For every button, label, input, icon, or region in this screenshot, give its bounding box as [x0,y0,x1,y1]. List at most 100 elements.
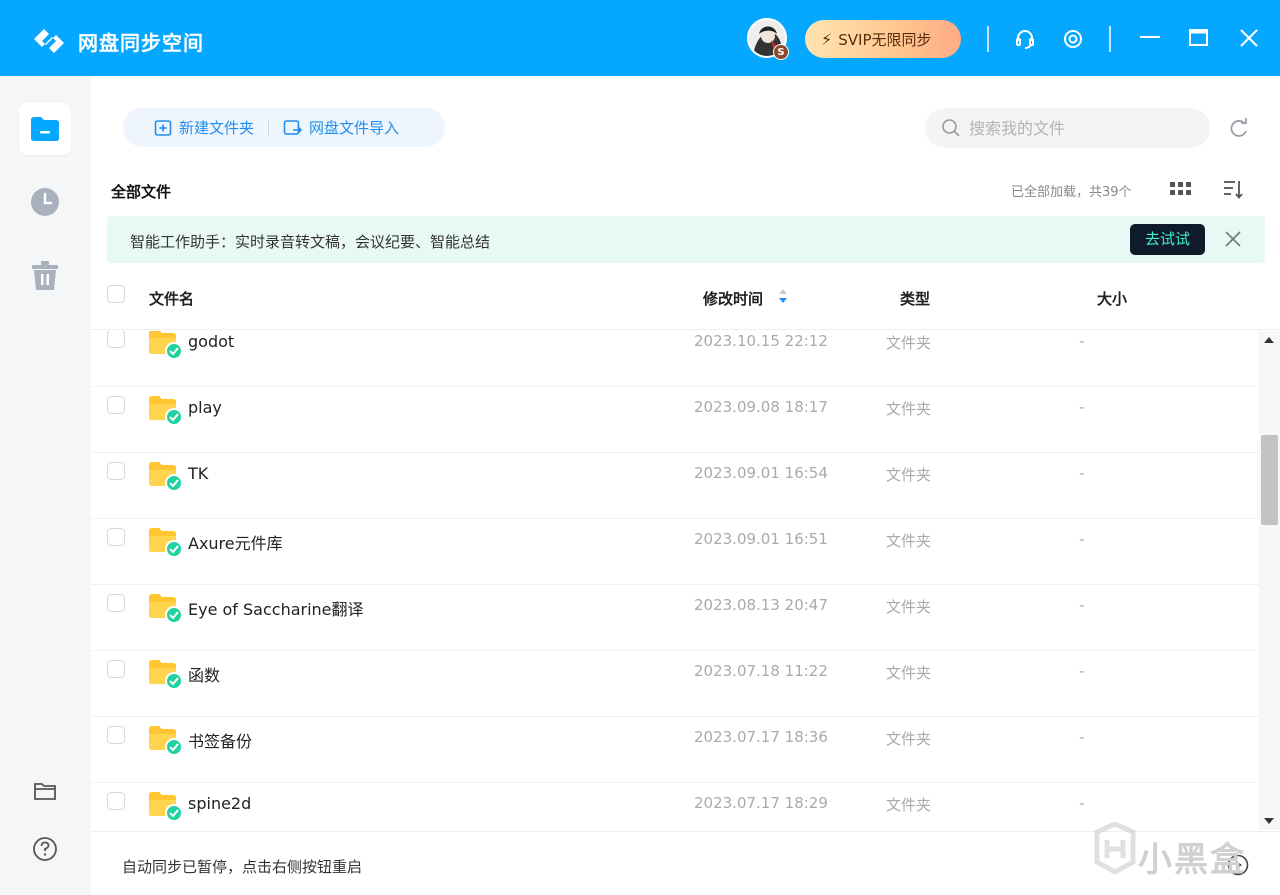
sidebar-item-files[interactable] [19,103,71,155]
close-window-icon[interactable] [1236,26,1262,52]
file-size: - [1079,398,1085,416]
file-type: 文件夹 [886,796,932,814]
file-name[interactable]: play [188,398,222,417]
sort-desc-icon[interactable] [777,288,789,304]
file-type: 文件夹 [886,334,932,352]
column-header-type[interactable]: 类型 [900,288,930,309]
action-divider [268,119,270,136]
file-type: 文件夹 [886,532,932,550]
try-button[interactable]: 去试试 [1130,224,1205,255]
search-box [925,108,1210,148]
folder-synced-icon [149,462,183,492]
search-input[interactable] [969,118,1189,138]
file-row[interactable]: Axure元件库 2023.09.01 16:51 文件夹 - [91,519,1259,585]
file-row[interactable]: spine2d 2023.07.17 18:29 文件夹 - [91,783,1259,830]
row-checkbox[interactable] [107,726,125,744]
file-modified: 2023.09.08 18:17 [694,398,828,416]
sidebar-item-local-folder[interactable] [19,765,71,817]
scroll-thumb[interactable] [1261,435,1278,525]
sidebar-item-trash[interactable] [19,250,71,302]
svip-sync-button[interactable]: ⚡ SVIP无限同步 [805,20,961,58]
import-from-netdisk-button[interactable]: 网盘文件导入 [283,117,399,138]
file-name[interactable]: TK [188,464,208,483]
assistant-banner: 智能工作助手：实时录音转文稿，会议纪要、智能总结 去试试 [107,216,1265,263]
vip-level-badge: S [773,44,789,60]
sidebar-item-recent[interactable] [19,176,71,228]
open-folder-icon [34,783,56,800]
file-name[interactable]: Eye of Saccharine翻译 [188,596,364,620]
column-header-name[interactable]: 文件名 [149,288,194,309]
file-size: - [1079,530,1085,548]
file-name[interactable]: Axure元件库 [188,530,283,554]
import-icon [283,119,303,135]
scrollbar[interactable] [1259,331,1280,830]
new-folder-label: 新建文件夹 [179,119,255,137]
folder-synced-icon [149,594,183,624]
row-checkbox[interactable] [107,528,125,546]
title-bar: 网盘同步空间 S ⚡ SVIP无限同步 [0,0,1280,76]
file-name[interactable]: 书签备份 [188,728,252,752]
scroll-down-arrow[interactable] [1264,818,1274,824]
row-checkbox[interactable] [107,594,125,612]
minimize-icon[interactable] [1137,26,1163,52]
app-logo-icon [34,29,64,53]
scroll-up-arrow[interactable] [1264,337,1274,343]
watermark-logo [1094,822,1136,875]
sidebar [0,76,91,895]
refresh-icon[interactable] [1228,117,1250,139]
row-checkbox[interactable] [107,660,125,678]
folder-synced-icon [149,726,183,756]
column-header-size[interactable]: 大小 [1097,288,1127,309]
headset-icon[interactable] [1012,26,1038,52]
file-size: - [1079,728,1085,746]
new-folder-icon [154,119,172,136]
search-icon [942,119,960,137]
file-name[interactable]: 函数 [188,662,220,686]
file-modified: 2023.07.17 18:29 [694,794,828,812]
file-name[interactable]: godot [188,332,234,351]
sidebar-item-help[interactable] [19,823,71,875]
clock-icon [31,188,59,216]
folder-files-icon [31,117,59,141]
file-modified: 2023.09.01 16:51 [694,530,828,548]
row-checkbox[interactable] [107,792,125,810]
breadcrumb[interactable]: 全部文件 [111,181,171,202]
column-header-modified[interactable]: 修改时间 [703,288,763,309]
row-checkbox[interactable] [107,462,125,480]
file-row[interactable]: 函数 2023.07.18 11:22 文件夹 - [91,651,1259,717]
file-row[interactable]: 书签备份 2023.07.17 18:36 文件夹 - [91,717,1259,783]
file-row[interactable]: play 2023.09.08 18:17 文件夹 - [91,387,1259,453]
watermark-text: 小黑盒 [1138,840,1246,880]
file-size: - [1079,794,1085,812]
trash-icon [32,261,58,290]
titlebar-divider [1109,26,1111,52]
file-size: - [1079,464,1085,482]
file-list: godot 2023.10.15 22:12 文件夹 - play 2023.09.08 … [91,331,1259,830]
file-type: 文件夹 [886,598,932,616]
select-all-checkbox[interactable] [107,285,125,303]
folder-synced-icon [149,528,183,558]
folder-synced-icon [149,396,183,426]
maximize-icon[interactable] [1186,26,1212,52]
file-row[interactable]: godot 2023.10.15 22:12 文件夹 - [91,331,1259,387]
help-icon [33,837,57,861]
row-checkbox[interactable] [107,331,125,348]
file-type: 文件夹 [886,730,932,748]
sort-icon[interactable] [1222,178,1244,200]
file-modified: 2023.08.13 20:47 [694,596,828,614]
svip-label: SVIP无限同步 [838,30,932,49]
new-folder-button[interactable]: 新建文件夹 [154,117,254,138]
settings-icon[interactable] [1060,26,1086,52]
file-type: 文件夹 [886,400,932,418]
load-status-text: 已全部加载，共39个 [1011,185,1132,200]
close-icon[interactable] [1224,230,1242,248]
import-label: 网盘文件导入 [309,119,400,137]
file-name[interactable]: spine2d [188,794,251,813]
titlebar-divider [987,26,989,52]
action-group: 新建文件夹 网盘文件导入 [123,108,445,147]
row-checkbox[interactable] [107,396,125,414]
file-row[interactable]: Eye of Saccharine翻译 2023.08.13 20:47 文件夹 - [91,585,1259,651]
file-size: - [1079,662,1085,680]
grid-view-icon[interactable] [1170,180,1192,198]
file-row[interactable]: TK 2023.09.01 16:54 文件夹 - [91,453,1259,519]
